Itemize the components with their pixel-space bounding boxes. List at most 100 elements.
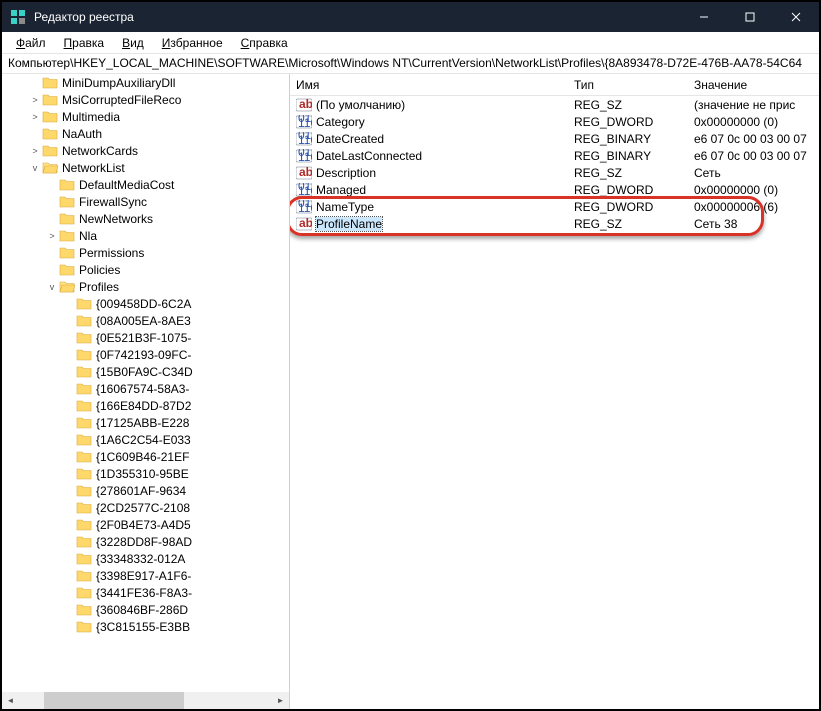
tree-item-label: {009458DD-6C2A xyxy=(96,297,191,311)
menu-favorites[interactable]: Избранное xyxy=(154,34,231,52)
expand-icon[interactable]: > xyxy=(28,146,42,156)
tree-item[interactable]: >Nla xyxy=(2,227,289,244)
value-row[interactable]: DescriptionREG_SZСеть xyxy=(290,164,819,181)
column-type[interactable]: Тип xyxy=(568,74,688,95)
folder-icon xyxy=(76,500,92,516)
tree-item[interactable]: {2F0B4E73-A4D5 xyxy=(2,516,289,533)
folder-icon xyxy=(76,483,92,499)
expand-icon[interactable]: > xyxy=(28,112,42,122)
tree-item[interactable]: {278601AF-9634 xyxy=(2,482,289,499)
tree-item[interactable]: Policies xyxy=(2,261,289,278)
value-row[interactable]: ProfileNameREG_SZСеть 38 xyxy=(290,215,819,232)
folder-icon xyxy=(76,517,92,533)
tree-item[interactable]: > Multimedia xyxy=(2,108,289,125)
tree-item[interactable]: {0E521B3F-1075- xyxy=(2,329,289,346)
tree-item[interactable]: {360846BF-286D xyxy=(2,601,289,618)
column-value[interactable]: Значение xyxy=(688,74,819,95)
tree-h-scrollbar[interactable]: ◄ ► xyxy=(2,692,289,709)
app-window: Редактор реестра Файл Правка Вид Избранн… xyxy=(0,0,821,711)
tree-item[interactable]: Permissions xyxy=(2,244,289,261)
menu-view[interactable]: Вид xyxy=(114,34,152,52)
tree-item-label: NetworkList xyxy=(62,161,125,175)
tree-item-label: NetworkCards xyxy=(62,144,138,158)
tree-item[interactable]: NewNetworks xyxy=(2,210,289,227)
expand-icon[interactable]: > xyxy=(28,95,42,105)
tree-item-label: Multimedia xyxy=(62,110,120,124)
tree-item[interactable]: {3398E917-A1F6- xyxy=(2,567,289,584)
tree-item[interactable]: {0F742193-09FC- xyxy=(2,346,289,363)
scroll-right-button[interactable]: ► xyxy=(272,692,289,709)
value-row[interactable]: DateCreatedREG_BINARYe6 07 0c 00 03 00 0… xyxy=(290,130,819,147)
tree-item[interactable]: {166E84DD-87D2 xyxy=(2,397,289,414)
menu-file[interactable]: Файл xyxy=(8,34,54,52)
cell-name: Managed xyxy=(290,183,568,197)
tree-item-label: NaAuth xyxy=(62,127,102,141)
value-data: (значение не прис xyxy=(688,98,819,112)
tree-item[interactable]: FirewallSync xyxy=(2,193,289,210)
value-row[interactable]: CategoryREG_DWORD0x00000000 (0) xyxy=(290,113,819,130)
minimize-button[interactable] xyxy=(681,2,727,32)
tree-item[interactable]: {3441FE36-F8A3- xyxy=(2,584,289,601)
tree-item[interactable]: v Profiles xyxy=(2,278,289,295)
tree-item[interactable]: {1C609B46-21EF xyxy=(2,448,289,465)
scroll-left-button[interactable]: ◄ xyxy=(2,692,19,709)
value-row[interactable]: ManagedREG_DWORD0x00000000 (0) xyxy=(290,181,819,198)
value-row[interactable]: (По умолчанию)REG_SZ(значение не прис xyxy=(290,96,819,113)
tree-item[interactable]: >MsiCorruptedFileReco xyxy=(2,91,289,108)
tree-item[interactable]: v NetworkList xyxy=(2,159,289,176)
collapse-icon[interactable]: v xyxy=(28,163,42,173)
tree-item[interactable]: {15B0FA9C-C34D xyxy=(2,363,289,380)
folder-icon xyxy=(76,585,92,601)
value-name: DateCreated xyxy=(316,132,384,146)
tree-item-label: {08A005EA-8AE3 xyxy=(96,314,191,328)
column-name[interactable]: Имя xyxy=(290,74,568,95)
list-header: Имя Тип Значение xyxy=(290,74,819,96)
tree-item-label: Profiles xyxy=(79,280,119,294)
tree-item[interactable]: > NetworkCards xyxy=(2,142,289,159)
tree-item-label: {2CD2577C-2108 xyxy=(96,501,190,515)
tree-item[interactable]: NaAuth xyxy=(2,125,289,142)
tree[interactable]: MiniDumpAuxiliaryDll>MsiCorruptedFileRec… xyxy=(2,74,289,692)
tree-item[interactable]: {17125ABB-E228 xyxy=(2,414,289,431)
tree-item[interactable]: {3C815155-E3BB xyxy=(2,618,289,635)
value-data: e6 07 0c 00 03 00 07 xyxy=(688,149,819,163)
folder-icon xyxy=(59,211,75,227)
tree-item-label: {1C609B46-21EF xyxy=(96,450,189,464)
tree-item[interactable]: {33348332-012A xyxy=(2,550,289,567)
tree-item-label: {278601AF-9634 xyxy=(96,484,186,498)
value-data: Сеть xyxy=(688,166,819,180)
tree-item[interactable]: MiniDumpAuxiliaryDll xyxy=(2,74,289,91)
folder-icon xyxy=(76,364,92,380)
titlebar[interactable]: Редактор реестра xyxy=(2,2,819,32)
tree-item[interactable]: {08A005EA-8AE3 xyxy=(2,312,289,329)
close-button[interactable] xyxy=(773,2,819,32)
tree-item-label: {16067574-58A3- xyxy=(96,382,189,396)
tree-item-label: {3C815155-E3BB xyxy=(96,620,190,634)
expand-icon[interactable]: > xyxy=(45,231,59,241)
tree-item[interactable]: {1A6C2C54-E033 xyxy=(2,431,289,448)
tree-item-label: DefaultMediaCost xyxy=(79,178,174,192)
tree-item-label: {33348332-012A xyxy=(96,552,185,566)
scroll-thumb[interactable] xyxy=(44,692,184,709)
binary-value-icon xyxy=(296,115,312,129)
value-data: 0x00000000 (0) xyxy=(688,183,819,197)
tree-item[interactable]: {2CD2577C-2108 xyxy=(2,499,289,516)
tree-item[interactable]: {1D355310-95BE xyxy=(2,465,289,482)
value-row[interactable]: DateLastConnectedREG_BINARYe6 07 0c 00 0… xyxy=(290,147,819,164)
value-row[interactable]: NameTypeREG_DWORD0x00000006 (6) xyxy=(290,198,819,215)
maximize-button[interactable] xyxy=(727,2,773,32)
address-bar[interactable]: Компьютер\HKEY_LOCAL_MACHINE\SOFTWARE\Mi… xyxy=(2,54,819,74)
cell-name: NameType xyxy=(290,200,568,214)
tree-item[interactable]: {16067574-58A3- xyxy=(2,380,289,397)
folder-icon xyxy=(42,160,58,176)
scroll-track[interactable] xyxy=(19,692,272,709)
folder-icon xyxy=(76,313,92,329)
menu-help[interactable]: Справка xyxy=(233,34,296,52)
menu-edit[interactable]: Правка xyxy=(56,34,113,52)
tree-item[interactable]: {3228DD8F-98AD xyxy=(2,533,289,550)
collapse-icon[interactable]: v xyxy=(45,282,59,292)
tree-item[interactable]: {009458DD-6C2A xyxy=(2,295,289,312)
tree-item-label: {1A6C2C54-E033 xyxy=(96,433,191,447)
cell-name: DateLastConnected xyxy=(290,149,568,163)
tree-item[interactable]: DefaultMediaCost xyxy=(2,176,289,193)
